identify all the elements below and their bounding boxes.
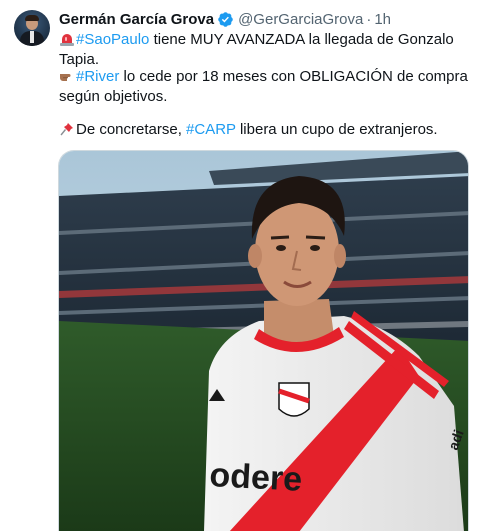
player-photo: odere adi (59, 151, 468, 531)
tweet-line-2: #River lo cede por 18 meses con OBLIGACI… (59, 67, 484, 107)
hashtag-carp[interactable]: #CARP (186, 121, 236, 138)
author-handle[interactable]: @GerGarciaGrova (238, 11, 363, 28)
tweet-time[interactable]: 1h (374, 11, 391, 28)
pointing-hand-icon (60, 74, 71, 81)
hashtag-saopaulo[interactable]: #SaoPaulo (76, 31, 149, 48)
separator-dot: · (366, 10, 372, 28)
line2-text: lo cede por 18 meses con OBLIGACIÓN de c… (59, 68, 468, 105)
tweet-header: Germán García Grova @GerGarciaGrova · 1h (59, 8, 391, 30)
verified-badge-icon (218, 11, 233, 27)
line3-text-after: libera un cupo de extranjeros. (235, 121, 438, 138)
tweet-media-photo[interactable]: odere adi (58, 150, 469, 531)
jersey-sponsor-text: odere (209, 456, 303, 499)
pushpin-icon (60, 123, 73, 136)
hashtag-river[interactable]: #River (76, 68, 119, 85)
author-name[interactable]: Germán García Grova (59, 11, 214, 28)
avatar[interactable] (14, 10, 50, 46)
tweet-line-3: De concretarse, #CARP libera un cupo de … (59, 120, 484, 140)
line3-text-before: De concretarse, (76, 121, 187, 138)
tweet-line-1: #SaoPaulo tiene MUY AVANZADA la llegada … (59, 30, 484, 70)
siren-icon (60, 34, 74, 46)
